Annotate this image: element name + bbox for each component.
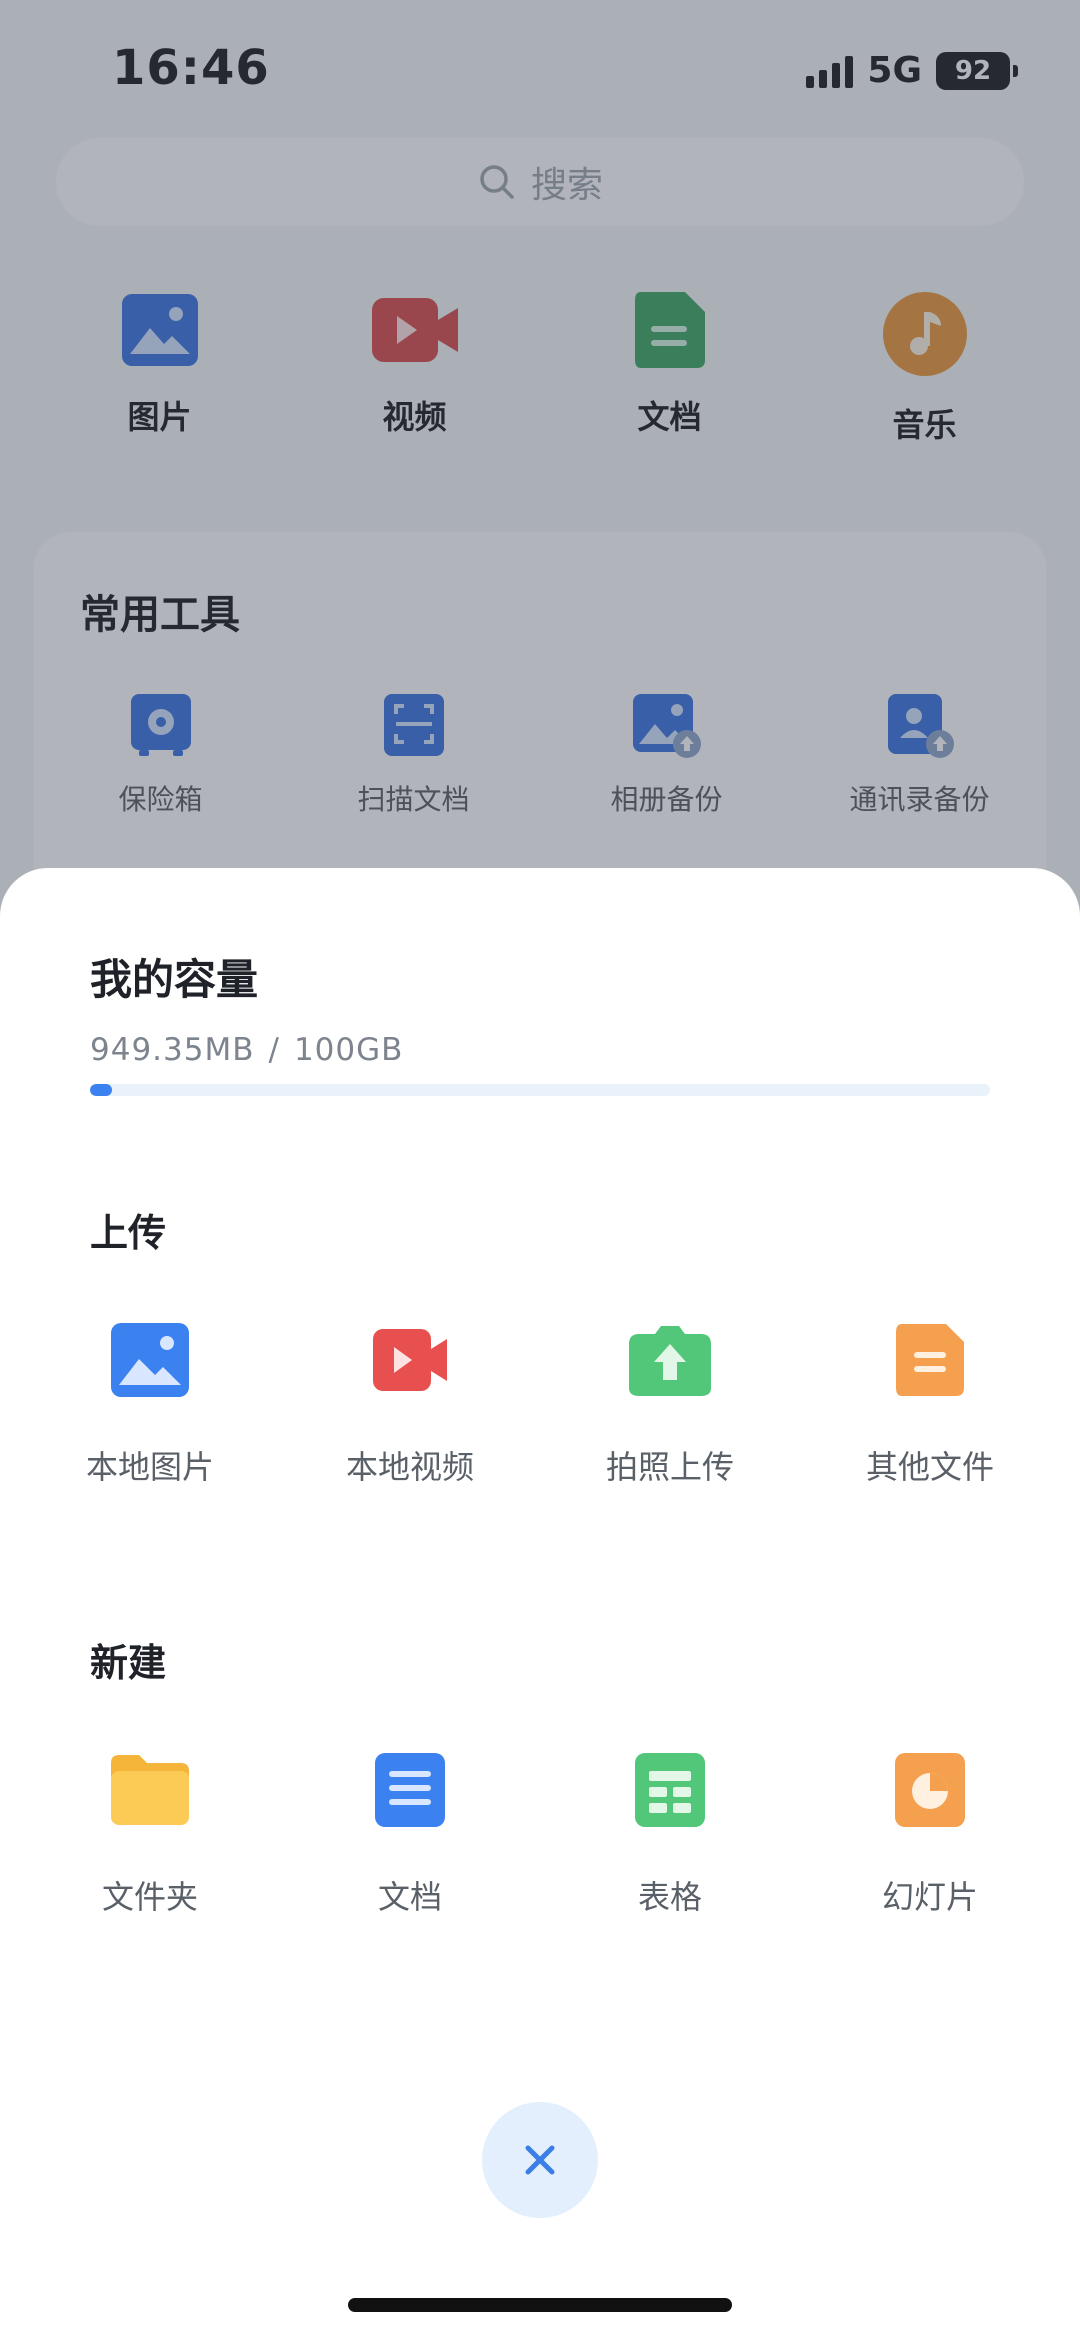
close-icon: [525, 2145, 555, 2175]
home-indicator[interactable]: [348, 2298, 732, 2312]
upload-local-videos[interactable]: 本地视频: [280, 1310, 540, 1488]
upload-row: 本地图片 本地视频 拍照上传 其他文件: [20, 1310, 1060, 1488]
upload-label: 本地图片: [85, 1448, 214, 1486]
capacity-progress-bar: [90, 1084, 990, 1096]
local-video-icon: [373, 1329, 447, 1391]
capacity-title: 我的容量: [90, 955, 259, 1004]
folder-icon: [111, 1755, 189, 1825]
upload-camera[interactable]: 拍照上传: [540, 1310, 800, 1488]
upload-label: 拍照上传: [605, 1448, 734, 1486]
close-button[interactable]: [482, 2102, 598, 2218]
create-label: 文档: [377, 1878, 442, 1916]
upload-label: 其他文件: [865, 1448, 994, 1486]
create-section-title: 新建: [90, 1641, 167, 1685]
create-label: 表格: [637, 1878, 702, 1916]
create-document[interactable]: 文档: [280, 1740, 540, 1918]
other-file-icon: [896, 1324, 964, 1396]
camera-upload-icon: [629, 1326, 711, 1396]
action-sheet: 我的容量 949.35MB / 100GB 上传 本地图片 本地视频 拍照上传 其他…: [0, 868, 1080, 2337]
upload-local-images[interactable]: 本地图片: [20, 1310, 280, 1488]
create-label: 幻灯片: [881, 1878, 978, 1916]
upload-section-title: 上传: [90, 1211, 167, 1255]
local-image-icon: [111, 1323, 189, 1397]
create-row: 文件夹 文档 表格 幻灯片: [20, 1740, 1060, 1918]
capacity-progress-fill: [90, 1084, 112, 1096]
create-slides[interactable]: 幻灯片: [800, 1740, 1060, 1918]
new-document-icon: [375, 1753, 445, 1827]
capacity-separator: /: [268, 1032, 280, 1068]
create-folder[interactable]: 文件夹: [20, 1740, 280, 1918]
spreadsheet-icon: [635, 1753, 705, 1827]
capacity-used: 949.35MB: [90, 1032, 255, 1068]
slides-icon: [895, 1753, 965, 1827]
create-label: 文件夹: [101, 1878, 198, 1916]
create-spreadsheet[interactable]: 表格: [540, 1740, 800, 1918]
upload-label: 本地视频: [345, 1448, 474, 1486]
upload-other-files[interactable]: 其他文件: [800, 1310, 1060, 1488]
capacity-usage: 949.35MB / 100GB: [90, 1032, 403, 1068]
capacity-total: 100GB: [293, 1032, 404, 1068]
